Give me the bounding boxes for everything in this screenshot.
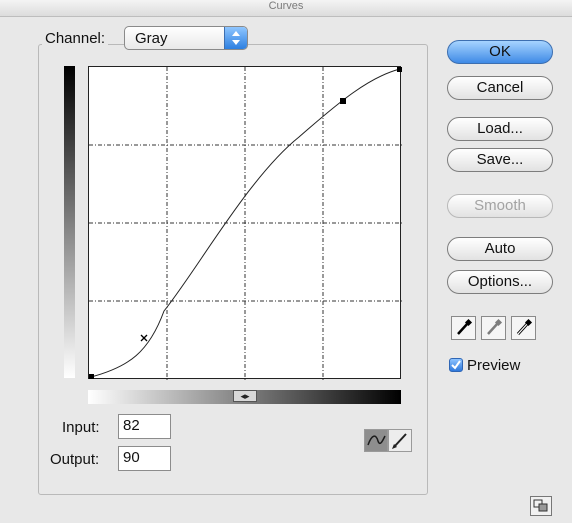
options-button[interactable]: Options... <box>447 270 553 294</box>
channel-select-value: Gray <box>135 30 168 47</box>
grid-lines <box>89 67 402 380</box>
auto-button[interactable]: Auto <box>447 237 553 261</box>
smooth-button[interactable]: Smooth <box>447 194 553 218</box>
window-titlebar[interactable]: Curves <box>0 0 572 17</box>
curve-control-point-2 <box>340 98 346 104</box>
resize-icon[interactable] <box>530 496 552 516</box>
chevron-updown-icon <box>224 27 247 49</box>
curve-graph-canvas <box>89 67 402 380</box>
input-label: Input: <box>62 419 100 436</box>
save-button[interactable]: Save... <box>447 148 553 172</box>
curve-endpoint-black <box>89 374 94 379</box>
output-gradient-bar <box>64 66 75 378</box>
white-eyedropper-icon[interactable] <box>511 316 536 340</box>
cancel-button[interactable]: Cancel <box>447 76 553 100</box>
ok-button[interactable]: OK <box>447 40 553 64</box>
output-field[interactable]: 90 <box>118 446 171 471</box>
preview-label: Preview <box>467 357 521 374</box>
pencil-icon[interactable] <box>388 429 412 452</box>
preview-checkbox[interactable] <box>449 358 463 372</box>
channel-label: Channel: <box>42 30 109 47</box>
window-title: Curves <box>268 0 304 12</box>
input-field[interactable]: 82 <box>118 414 171 439</box>
gray-eyedropper-icon[interactable] <box>481 316 506 340</box>
gradient-toggle-button[interactable]: ◂▸ <box>233 390 257 402</box>
curve-icon[interactable] <box>364 429 388 452</box>
load-button[interactable]: Load... <box>447 117 553 141</box>
curve-graph[interactable] <box>88 66 402 380</box>
checkmark-icon <box>451 360 461 370</box>
output-label: Output: <box>50 451 100 468</box>
curve-endpoint-white <box>397 67 402 72</box>
black-eyedropper-icon[interactable] <box>451 316 476 340</box>
curve-control-point-1 <box>140 334 148 342</box>
channel-select[interactable]: Gray <box>124 26 248 50</box>
